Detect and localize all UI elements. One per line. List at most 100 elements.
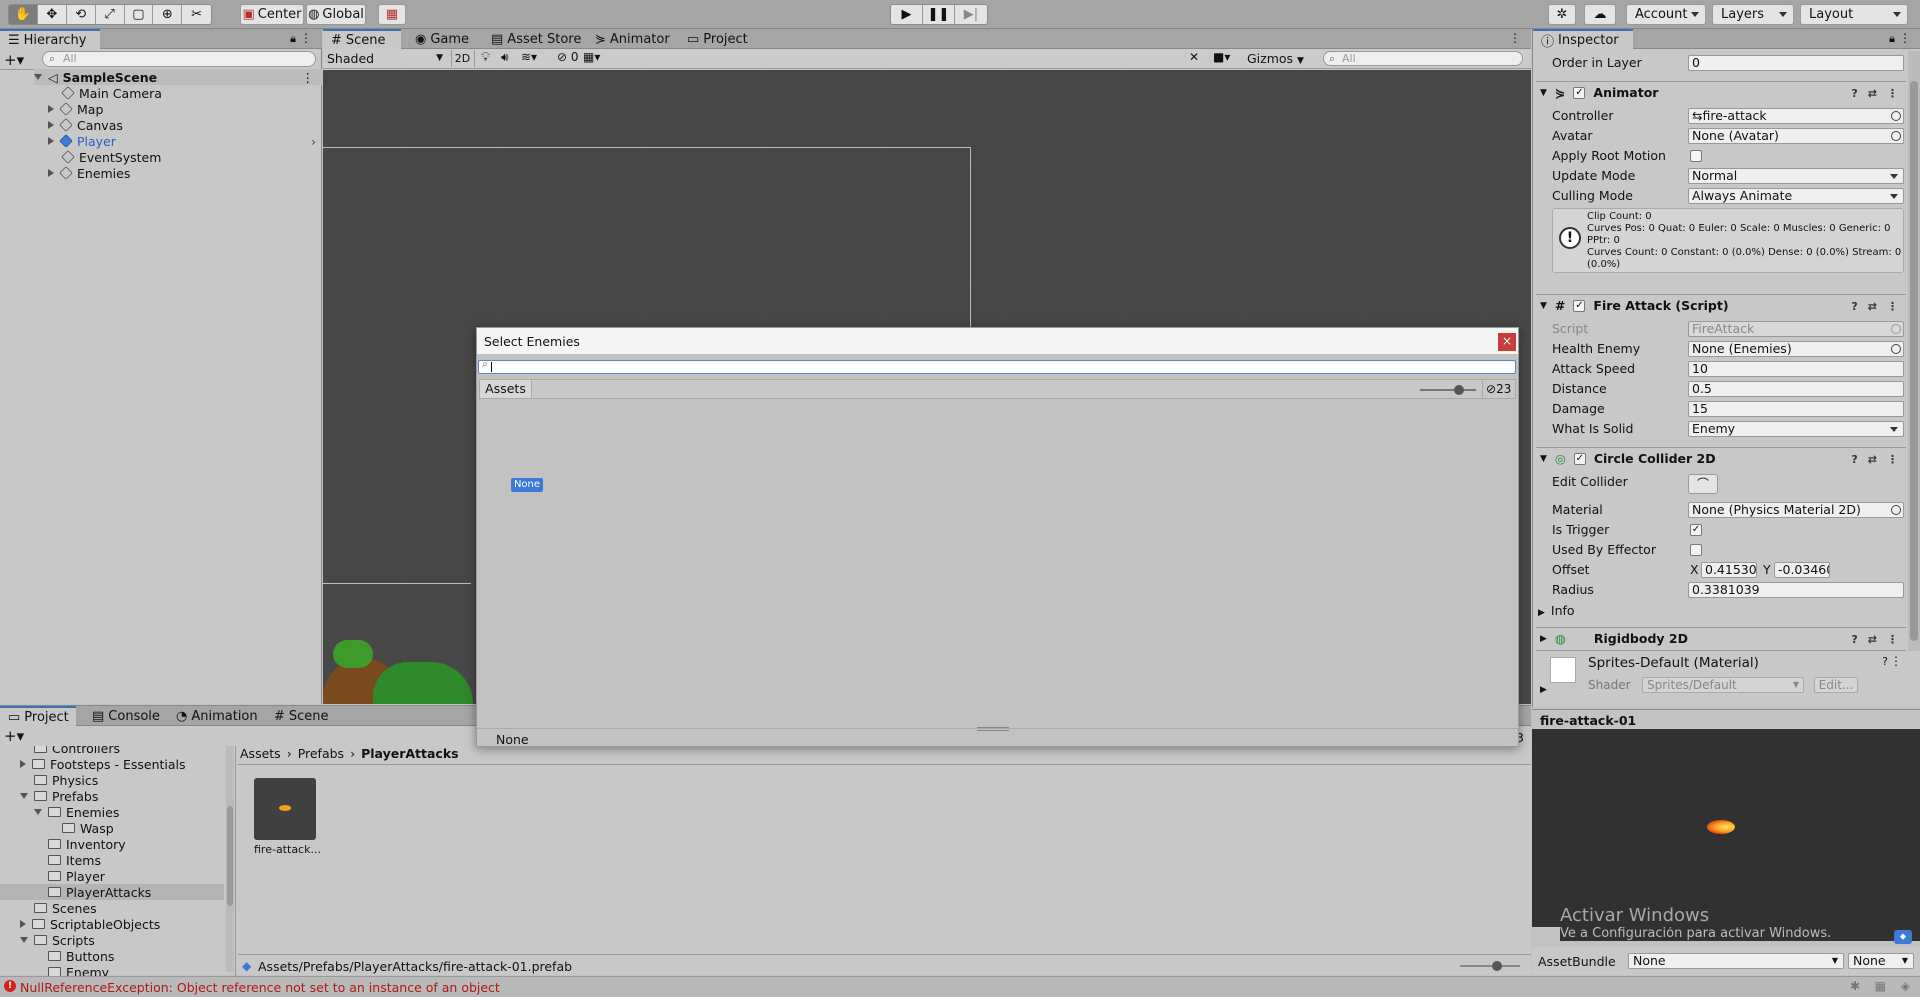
help-icon[interactable]: ? (1851, 633, 1857, 646)
effects-icon[interactable]: ≋▾ (521, 50, 537, 64)
folder-items[interactable]: Items (48, 852, 101, 868)
layers-dropdown[interactable]: Layers (1712, 4, 1794, 25)
close-button[interactable]: × (1498, 333, 1516, 351)
add-object-button[interactable]: +▾ (4, 51, 24, 69)
tab-project[interactable]: ▭ Project (679, 29, 756, 49)
inspector-scrollbar[interactable] (1908, 51, 1920, 651)
hidden-objects-toggle[interactable]: ⊘ 0 (557, 50, 579, 64)
asset-thumbnail[interactable] (254, 778, 316, 840)
rigidbody-header[interactable]: ▶ ◍ Rigidbody 2D ? ⇄ ⋮ (1536, 627, 1906, 649)
grid-snap-button[interactable]: ▦ (378, 4, 406, 25)
what-is-solid-dropdown[interactable]: Enemy (1688, 421, 1904, 437)
fire-attack-header[interactable]: ▼ # ✓ Fire Attack (Script) ? ⇄ ⋮ (1536, 294, 1906, 316)
step-button-icon[interactable]: ▶| (955, 5, 987, 24)
expand-arrow-icon[interactable] (48, 105, 54, 113)
cloud-icon[interactable]: ☁ (1584, 4, 1616, 25)
preset-icon[interactable]: ⇄ (1868, 453, 1877, 466)
asset-preview[interactable]: Activar Windows (1532, 729, 1920, 927)
offset-x-input[interactable]: 0.415302 (1701, 562, 1757, 578)
folder-enemies[interactable]: Enemies (34, 804, 119, 820)
error-message[interactable]: NullReferenceException: Object reference… (20, 980, 500, 995)
culling-mode-dropdown[interactable]: Always Animate (1688, 188, 1904, 204)
fold-arrow-icon[interactable]: ▼ (1540, 301, 1547, 311)
tree-item-map[interactable]: Map (48, 101, 103, 117)
icon-size-slider[interactable] (1460, 961, 1520, 971)
animator-header[interactable]: ▼ ⋟ ✓ Animator ? ⇄ ⋮ (1536, 81, 1906, 103)
hierarchy-search-input[interactable]: ⌕ All (42, 51, 316, 67)
asset-name[interactable]: fire-attack... (254, 843, 321, 856)
folder-player[interactable]: Player (48, 868, 105, 884)
assetbundle-variant-dropdown[interactable]: None ▼ (1848, 953, 1914, 969)
avatar-field[interactable]: None (Avatar) (1688, 128, 1904, 144)
create-asset-button[interactable]: +▾ (4, 727, 24, 745)
context-menu-icon[interactable]: ⋮ (1890, 654, 1902, 668)
lighting-icon[interactable]: 💡︎ (481, 50, 490, 65)
bug-icon[interactable]: ✱ (1850, 979, 1860, 993)
grid-toggle-icon[interactable]: ▦▾ (583, 50, 600, 64)
tab-hierarchy[interactable]: ☰ Hierarchy (0, 29, 100, 49)
menu-icon[interactable]: ⋮ (1509, 31, 1521, 45)
expand-arrow-icon[interactable] (20, 760, 26, 768)
circle-collider-header[interactable]: ▼ ◎ ✓ Circle Collider 2D ? ⇄ ⋮ (1536, 447, 1906, 469)
object-picker-icon[interactable] (1891, 344, 1901, 354)
expand-arrow-icon[interactable] (20, 793, 28, 799)
menu-icon[interactable]: ⋮ (1899, 31, 1911, 45)
help-icon[interactable]: ? (1882, 655, 1888, 668)
context-menu-icon[interactable]: ⋮ (1887, 633, 1898, 646)
fold-arrow-icon[interactable]: ▼ (1540, 454, 1547, 464)
damage-input[interactable]: 15 (1688, 401, 1904, 417)
shading-dropdown[interactable]: Shaded ▼ (327, 50, 445, 67)
context-menu-icon[interactable]: ⋮ (1887, 300, 1898, 313)
expand-arrow-icon[interactable] (20, 937, 28, 943)
transform-tool-icon[interactable]: ⊕ (153, 5, 183, 24)
folder-scenes[interactable]: Scenes (34, 900, 97, 916)
progress-icon[interactable]: ◈ (1901, 979, 1910, 993)
folder-wasp[interactable]: Wasp (62, 820, 114, 836)
context-menu-icon[interactable]: ⋮ (1887, 87, 1898, 100)
custom-tool-icon[interactable]: ✂ (182, 5, 211, 24)
object-picker-icon[interactable] (1891, 505, 1901, 515)
tree-item-main-camera[interactable]: Main Camera (61, 85, 162, 101)
breadcrumb-prefabs[interactable]: Prefabs (298, 746, 344, 761)
tab-scene-bottom[interactable]: # Scene (266, 706, 337, 726)
play-button-icon[interactable]: ▶ (891, 5, 923, 24)
edit-collider-button[interactable]: ⌒ (1688, 474, 1718, 494)
tree-item-player[interactable]: Player › (48, 133, 322, 149)
order-in-layer-input[interactable]: 0 (1688, 55, 1904, 71)
help-icon[interactable]: ? (1851, 300, 1857, 313)
lock-icon[interactable]: 🔒︎ (1889, 32, 1895, 46)
audio-icon[interactable]: 🔊︎ (501, 50, 509, 65)
tab-animator[interactable]: ⋟ Animator (587, 29, 678, 49)
folder-footsteps[interactable]: Footsteps - Essentials (20, 756, 186, 772)
expand-arrow-icon[interactable] (48, 169, 54, 177)
attack-speed-input[interactable]: 10 (1688, 361, 1904, 377)
move-tool-icon[interactable]: ✥ (37, 5, 67, 24)
expand-arrow-icon[interactable] (34, 809, 42, 815)
radius-input[interactable]: 0.3381039 (1688, 582, 1904, 598)
help-icon[interactable]: ? (1851, 453, 1857, 466)
tree-item-eventsystem[interactable]: EventSystem (61, 149, 161, 165)
dialog-search-input[interactable]: ⌕ (478, 359, 1516, 374)
update-mode-dropdown[interactable]: Normal (1688, 168, 1904, 184)
tab-asset-store[interactable]: ▤ Asset Store (483, 29, 589, 49)
tab-scene[interactable]: # Scene (323, 29, 401, 49)
rect-tool-icon[interactable]: ▢ (124, 5, 154, 24)
folder-controllers[interactable]: Controllers (34, 746, 120, 756)
expand-arrow-icon[interactable] (34, 74, 42, 80)
fold-arrow-icon[interactable]: ▶ (1540, 685, 1547, 695)
folder-buttons[interactable]: Buttons (48, 948, 114, 964)
expand-arrow-icon[interactable] (48, 121, 54, 129)
offset-y-input[interactable]: -0.034608 (1774, 562, 1830, 578)
folder-tree-scrollbar[interactable] (226, 746, 234, 972)
folder-prefabs[interactable]: Prefabs (20, 788, 98, 804)
scale-tool-icon[interactable]: ⤢ (95, 5, 125, 24)
context-menu-icon[interactable]: ⋮ (1887, 453, 1898, 466)
assetbundle-dropdown[interactable]: None ▼ (1628, 953, 1844, 969)
used-by-effector-checkbox[interactable] (1690, 544, 1702, 556)
tree-item-canvas[interactable]: Canvas (48, 117, 123, 133)
hand-tool-icon[interactable]: ✋ (9, 5, 38, 24)
scene-menu-icon[interactable]: ⋮ (302, 70, 315, 85)
folder-playerattacks[interactable]: PlayerAttacks (0, 884, 224, 900)
object-picker-icon[interactable] (1891, 131, 1901, 141)
rotate-tool-icon[interactable]: ⟲ (66, 5, 96, 24)
